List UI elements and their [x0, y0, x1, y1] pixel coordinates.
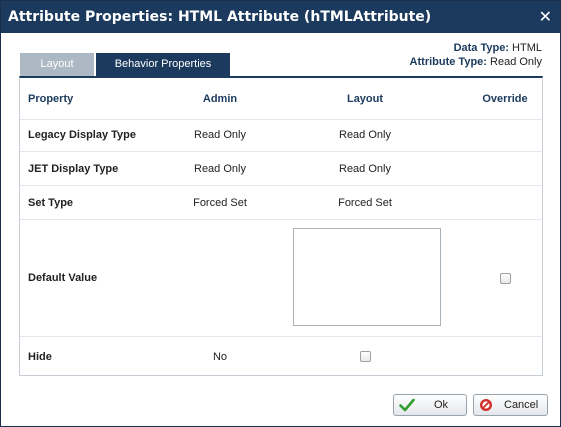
layout-cell	[315, 337, 415, 376]
default-value-override-checkbox[interactable]	[499, 272, 511, 284]
ok-button-label: Ok	[434, 399, 449, 411]
table-row: JET Display Type Read Only Read Only	[20, 152, 542, 186]
default-value-input[interactable]	[293, 228, 441, 326]
header-admin: Admin	[202, 92, 238, 105]
attribute-type-label: Attribute Type:	[409, 56, 487, 68]
attribute-properties-dialog: Attribute Properties: HTML Attribute (hT…	[0, 0, 561, 427]
cancel-icon	[480, 399, 492, 411]
data-type-label: Data Type:	[453, 42, 509, 54]
behavior-properties-table: Property Admin Layout Override Legacy Di…	[19, 76, 543, 376]
layout-value: Read Only	[339, 128, 391, 141]
cancel-button[interactable]: Cancel	[473, 394, 548, 416]
header-override: Override	[482, 92, 528, 105]
table-row: Default Value	[20, 220, 542, 337]
table-header-row: Property Admin Layout Override	[20, 78, 542, 120]
layout-value: Forced Set	[338, 196, 392, 209]
attribute-meta: Data Type: HTML Attribute Type: Read Onl…	[410, 41, 542, 69]
property-name: Default Value	[28, 272, 98, 284]
override-cell	[470, 220, 540, 336]
tab-behavior-properties[interactable]: Behavior Properties	[96, 53, 230, 76]
attribute-type-line: Attribute Type: Read Only	[410, 55, 542, 69]
dialog-titlebar[interactable]: Attribute Properties: HTML Attribute (hT…	[1, 1, 560, 33]
close-icon[interactable]: ✕	[539, 1, 552, 33]
hide-layout-checkbox[interactable]	[359, 351, 371, 362]
admin-value: Read Only	[194, 128, 246, 141]
cancel-button-label: Cancel	[504, 399, 539, 411]
admin-value: No	[212, 350, 228, 363]
table-row: Legacy Display Type Read Only Read Only	[20, 118, 542, 152]
layout-value: Read Only	[339, 162, 391, 175]
attribute-type-value: Read Only	[490, 56, 542, 68]
data-type-line: Data Type: HTML	[410, 41, 542, 55]
checkmark-icon	[399, 398, 415, 412]
header-layout: Layout	[346, 92, 384, 105]
table-row: Set Type Forced Set Forced Set	[20, 186, 542, 220]
data-type-value: HTML	[512, 42, 542, 54]
ok-button[interactable]: Ok	[393, 394, 467, 416]
admin-value: Forced Set	[193, 196, 247, 209]
admin-value: Read Only	[194, 162, 246, 175]
tab-layout[interactable]: Layout	[20, 53, 94, 76]
table-row: Hide No	[20, 337, 542, 376]
dialog-title: Attribute Properties: HTML Attribute (hT…	[8, 9, 432, 25]
